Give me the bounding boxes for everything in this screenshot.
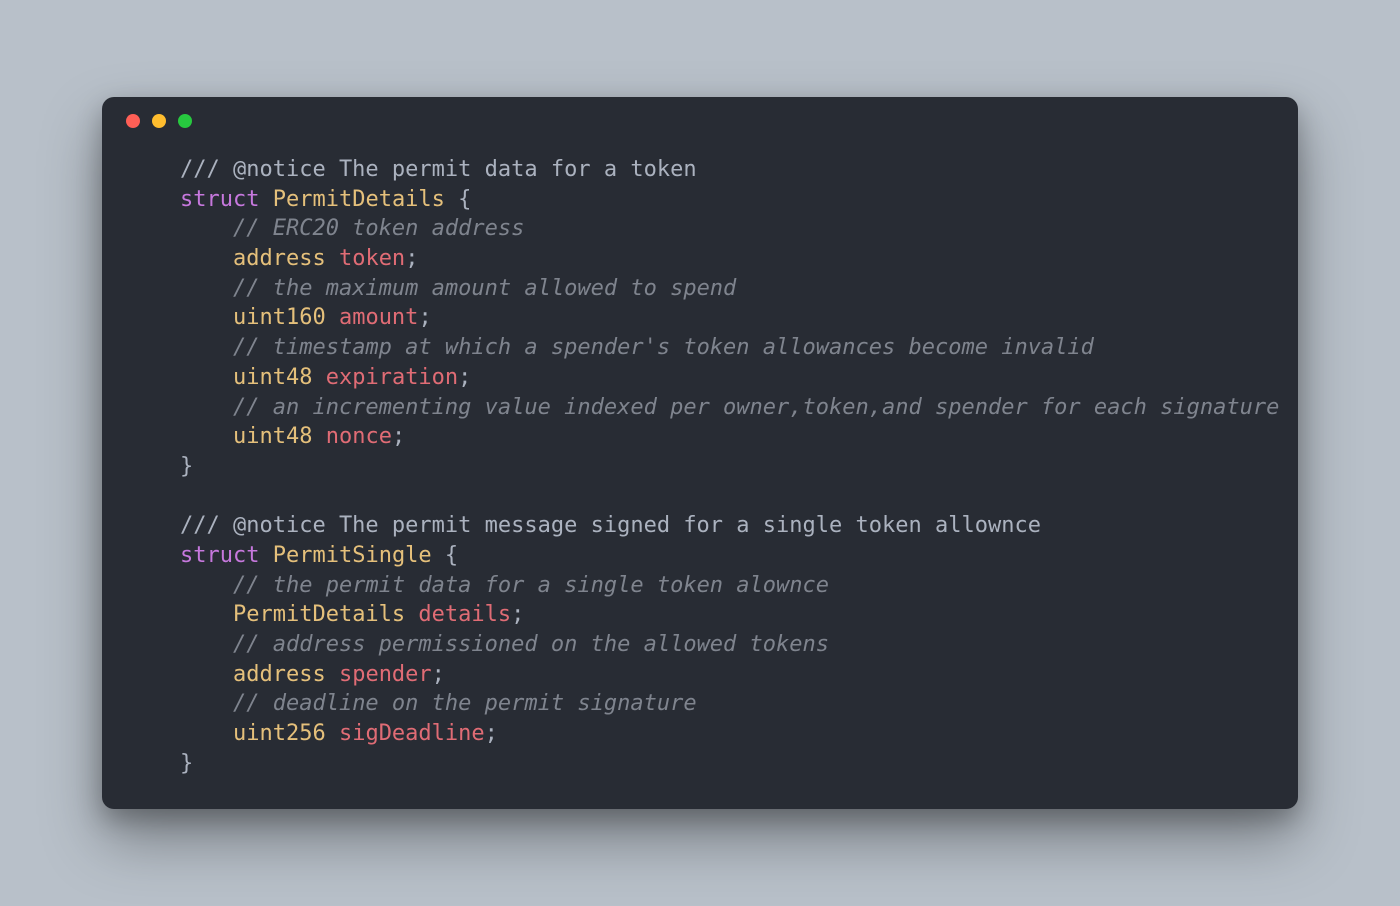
doc-comment: /// @notice The permit data for a token <box>180 157 697 182</box>
semicolon: ; <box>405 246 418 271</box>
close-icon[interactable] <box>126 114 140 128</box>
semicolon: ; <box>458 365 471 390</box>
brace: { <box>432 543 459 568</box>
comment: // the permit data for a single token al… <box>233 573 829 598</box>
keyword-struct: struct <box>180 543 259 568</box>
field-name: amount <box>339 305 418 330</box>
type: address <box>233 246 326 271</box>
type: PermitDetails <box>233 602 405 627</box>
type: address <box>233 662 326 687</box>
field-name: details <box>418 602 511 627</box>
semicolon: ; <box>418 305 431 330</box>
semicolon: ; <box>432 662 445 687</box>
doc-comment: /// @notice The permit message signed fo… <box>180 513 1041 538</box>
comment: // the maximum amount allowed to spend <box>233 276 736 301</box>
type: uint160 <box>233 305 326 330</box>
field-name: nonce <box>326 424 392 449</box>
type: uint48 <box>233 424 312 449</box>
brace: } <box>180 454 193 479</box>
type-name: PermitSingle <box>273 543 432 568</box>
field-name: sigDeadline <box>339 721 485 746</box>
semicolon: ; <box>392 424 405 449</box>
window-titlebar <box>102 97 1298 145</box>
comment: // address permissioned on the allowed t… <box>233 632 829 657</box>
field-name: spender <box>339 662 432 687</box>
type: uint256 <box>233 721 326 746</box>
semicolon: ; <box>511 602 524 627</box>
code-block: /// @notice The permit data for a token … <box>102 145 1298 778</box>
brace: { <box>445 187 472 212</box>
comment: // timestamp at which a spender's token … <box>233 335 1094 360</box>
minimize-icon[interactable] <box>152 114 166 128</box>
brace: } <box>180 751 193 776</box>
field-name: expiration <box>326 365 458 390</box>
code-window: /// @notice The permit data for a token … <box>102 97 1298 809</box>
type: uint48 <box>233 365 312 390</box>
comment: // deadline on the permit signature <box>233 691 697 716</box>
keyword-struct: struct <box>180 187 259 212</box>
comment: // ERC20 token address <box>233 216 524 241</box>
field-name: token <box>339 246 405 271</box>
comment: // an incrementing value indexed per own… <box>233 395 1279 420</box>
type-name: PermitDetails <box>273 187 445 212</box>
semicolon: ; <box>485 721 498 746</box>
maximize-icon[interactable] <box>178 114 192 128</box>
